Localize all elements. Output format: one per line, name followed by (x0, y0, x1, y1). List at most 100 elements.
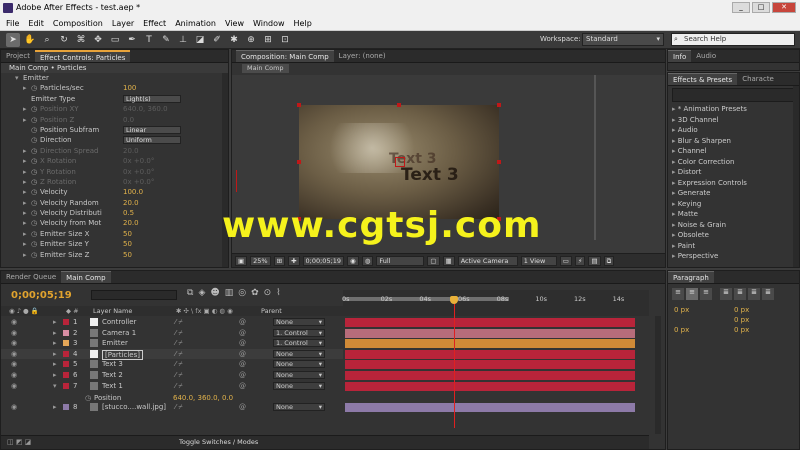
effects-category-item[interactable]: ▸ Audio (668, 125, 799, 136)
minimize-button[interactable]: _ (732, 2, 750, 13)
effects-category-item[interactable]: ▸ Blur & Sharpen (668, 136, 799, 147)
effect-property-value[interactable]: 50 (123, 229, 132, 239)
clone-stamp-tool-icon[interactable]: ⊥ (176, 33, 190, 47)
emitter-group[interactable]: ▾ Emitter (15, 73, 228, 83)
layer-duration-bar[interactable] (345, 318, 635, 327)
timeline-scrollbar[interactable] (655, 316, 661, 434)
transform-handle[interactable] (297, 160, 301, 164)
timeline-timecode[interactable]: 0;00;05;19 (11, 290, 72, 301)
stopwatch-icon[interactable]: ◷ (31, 198, 40, 208)
transform-handle[interactable] (297, 103, 301, 107)
effects-category-item[interactable]: ▸ * Animation Presets (668, 104, 799, 115)
layer-switches-icons[interactable]: ⁄ ⌿ (175, 338, 183, 349)
mask-visibility-icon[interactable]: ✚ (288, 255, 300, 266)
stopwatch-icon[interactable]: ◷ (31, 146, 40, 156)
layer-switches-icons[interactable]: ⁄ ⌿ (175, 402, 183, 413)
expand-triangle-icon[interactable]: ▸ (23, 187, 31, 197)
layer-switches-icons[interactable]: ⁄ ⌿ (175, 381, 183, 392)
label-color-swatch[interactable] (63, 372, 69, 378)
collapsed-triangle-icon[interactable]: ▸ (53, 328, 57, 339)
stopwatch-icon[interactable]: ◷ (31, 156, 40, 166)
tab-paragraph[interactable]: Paragraph (668, 271, 714, 283)
effect-property-value[interactable]: 20.0 (123, 146, 139, 156)
timeline-search-input[interactable] (91, 290, 177, 300)
effect-property-value[interactable]: 50 (123, 239, 132, 249)
effect-property-value[interactable]: 20.0 (123, 218, 139, 228)
parent-pickwhip-icon[interactable]: @ (239, 359, 246, 370)
effect-property-value[interactable]: 20.0 (123, 198, 139, 208)
stopwatch-icon[interactable]: ◷ (31, 239, 40, 249)
type-tool-icon[interactable]: T (142, 33, 156, 47)
parent-pickwhip-icon[interactable]: @ (239, 338, 246, 349)
label-color-swatch[interactable] (63, 340, 69, 347)
collapsed-triangle-icon[interactable]: ▸ (53, 338, 57, 349)
eye-visibility-icon[interactable]: ◉ (11, 359, 17, 370)
layer-switches-icons[interactable]: ⁄ ⌿ (175, 328, 183, 339)
layer-switches-icons[interactable]: ⁄ ⌿ (175, 370, 183, 381)
layer-duration-bar[interactable] (345, 403, 635, 413)
expand-triangle-icon[interactable]: ▸ (23, 239, 31, 249)
stopwatch-icon[interactable]: ◷ (85, 393, 91, 404)
parent-dropdown[interactable]: None ▾ (273, 403, 325, 412)
hand-tool-icon[interactable]: ✋ (23, 33, 37, 47)
eye-visibility-icon[interactable]: ◉ (11, 402, 17, 413)
close-button[interactable]: ✕ (772, 2, 796, 13)
layer-duration-bar[interactable] (345, 371, 635, 380)
layer-switches-icons[interactable]: ⁄ ⌿ (175, 359, 183, 370)
tab-effect-controls[interactable]: Effect Controls: Particles (34, 50, 131, 62)
label-color-swatch[interactable] (63, 329, 69, 336)
menu-help[interactable]: Help (294, 19, 312, 28)
layer-row[interactable]: ◉ ▸ 4 [Particles] ⁄ ⌿ @ None ▾ (1, 348, 343, 360)
label-color-swatch[interactable] (63, 382, 69, 389)
anchor-point-icon[interactable] (395, 157, 405, 167)
view-layout-select[interactable]: 1 View (520, 255, 557, 266)
layer-duration-bar[interactable] (345, 381, 635, 391)
parent-dropdown[interactable]: None ▾ (273, 360, 325, 369)
tab-main-comp[interactable]: Main Comp (61, 271, 111, 283)
zoom-select[interactable]: 25% (250, 255, 271, 266)
expand-panes-icon[interactable]: ◫ ◩ ◪ (7, 438, 31, 446)
layer-row[interactable]: ◉ ▾ 7 Text 1 ⁄ ⌿ @ None ▾ (1, 381, 343, 392)
eye-visibility-icon[interactable]: ◉ (11, 338, 17, 349)
stopwatch-icon[interactable]: ◷ (31, 167, 40, 177)
pan-behind-tool-icon[interactable]: ✥ (91, 33, 105, 47)
composition-frame[interactable]: Text 3 Text 3 (297, 103, 501, 221)
effects-category-item[interactable]: ▸ Noise & Grain (668, 220, 799, 231)
effect-property-value[interactable]: 0.0 (123, 115, 134, 125)
menu-composition[interactable]: Composition (53, 19, 103, 28)
stopwatch-icon[interactable]: ◷ (31, 135, 40, 145)
position-property-value[interactable]: 640.0, 360.0, 0.0 (173, 393, 233, 404)
effect-property-value[interactable]: 100.0 (123, 187, 143, 197)
effect-property-value[interactable]: 0x +0.0° (123, 177, 154, 187)
expand-triangle-icon[interactable]: ▸ (23, 218, 31, 228)
layer-duration-bar[interactable] (345, 339, 635, 349)
parent-dropdown[interactable]: None ▾ (273, 371, 325, 379)
layer-name[interactable]: [Particles] (102, 349, 143, 360)
parent-pickwhip-icon[interactable]: @ (239, 349, 246, 360)
effects-category-item[interactable]: ▸ Paint (668, 241, 799, 252)
collapsed-triangle-icon[interactable]: ▸ (53, 359, 57, 370)
label-color-swatch[interactable] (63, 404, 69, 411)
expand-triangle-icon[interactable]: ▸ (23, 198, 31, 208)
stopwatch-icon[interactable]: ◷ (31, 125, 40, 135)
subtab-main-comp[interactable]: Main Comp (242, 64, 289, 73)
expand-triangle-icon[interactable]: ▸ (23, 83, 31, 93)
collapsed-triangle-icon[interactable]: ▸ (53, 370, 57, 381)
layer-name-header[interactable]: Layer Name (93, 306, 132, 316)
menu-effect[interactable]: Effect (143, 19, 166, 28)
expand-triangle-icon[interactable]: ▸ (23, 229, 31, 239)
parent-pickwhip-icon[interactable]: @ (239, 381, 246, 392)
zoom-tool-icon[interactable]: ⌕ (40, 33, 54, 47)
indent-first-line-field[interactable]: 0 px (734, 316, 749, 324)
eye-visibility-icon[interactable]: ◉ (11, 328, 17, 339)
layer-name[interactable]: Emitter (102, 338, 128, 349)
parent-pickwhip-icon[interactable]: @ (239, 370, 246, 381)
parent-dropdown[interactable]: None ▾ (273, 381, 325, 390)
stopwatch-icon[interactable]: ◷ (31, 218, 40, 228)
search-help-input[interactable]: ⌕ Search Help (671, 33, 795, 46)
layer-duration-bar[interactable] (345, 328, 635, 338)
space-after-field[interactable]: 0 px (734, 326, 749, 334)
menu-window[interactable]: Window (253, 19, 285, 28)
roto-brush-tool-icon[interactable]: ✐ (210, 33, 224, 47)
label-color-swatch[interactable] (63, 319, 69, 325)
